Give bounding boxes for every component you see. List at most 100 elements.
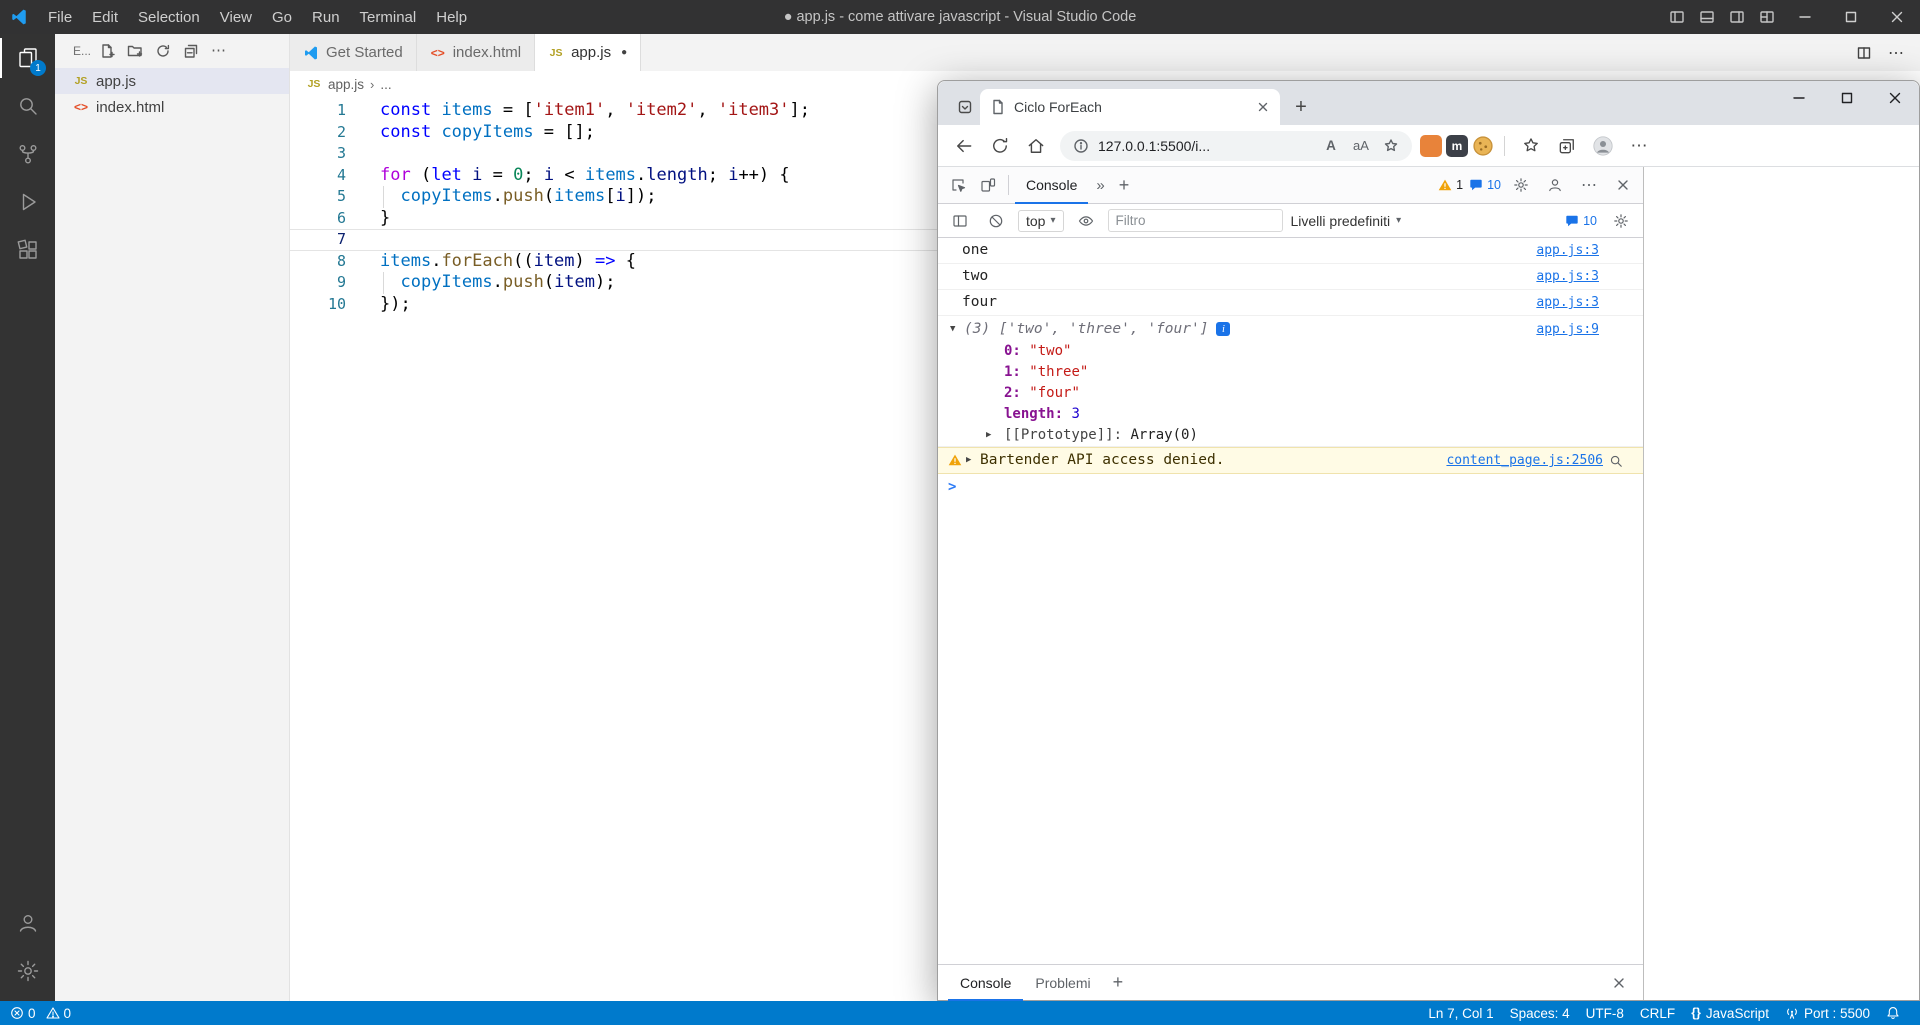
refresh-icon[interactable] xyxy=(155,43,171,59)
menu-help[interactable]: Help xyxy=(426,9,477,26)
device-toolbar-icon[interactable] xyxy=(974,171,1002,199)
live-server-port[interactable]: Port : 5500 xyxy=(1777,1006,1878,1021)
menu-selection[interactable]: Selection xyxy=(128,9,210,26)
toggle-panel-icon[interactable] xyxy=(1692,0,1722,34)
toggle-secondary-sidebar-icon[interactable] xyxy=(1722,0,1752,34)
tab-index.html[interactable]: <>index.html xyxy=(417,34,535,71)
close-drawer-icon[interactable] xyxy=(1605,969,1633,997)
close-devtools-icon[interactable] xyxy=(1609,171,1637,199)
live-expression-eye-icon[interactable] xyxy=(1072,207,1100,235)
close-button[interactable] xyxy=(1874,0,1920,34)
editor-more-icon[interactable]: ⋯ xyxy=(1888,43,1904,63)
language-mode[interactable]: {} JavaScript xyxy=(1683,1006,1777,1021)
favorites-icon[interactable] xyxy=(1515,130,1547,162)
modified-dot-icon[interactable]: ● xyxy=(621,47,627,58)
eol[interactable]: CRLF xyxy=(1632,1006,1683,1021)
menu-terminal[interactable]: Terminal xyxy=(350,9,427,26)
messages-badge[interactable]: 10 xyxy=(1469,178,1501,192)
console-sidebar-icon[interactable] xyxy=(946,207,974,235)
cursor-position[interactable]: Ln 7, Col 1 xyxy=(1420,1006,1501,1021)
new-tab-button[interactable]: + xyxy=(1286,92,1316,122)
drawer-tab-problemi[interactable]: Problemi xyxy=(1023,965,1102,1001)
home-icon[interactable] xyxy=(1020,130,1052,162)
menu-edit[interactable]: Edit xyxy=(82,9,128,26)
breadcrumb-file[interactable]: app.js xyxy=(328,77,364,92)
explorer-icon[interactable]: 1 xyxy=(0,34,55,82)
indentation[interactable]: Spaces: 4 xyxy=(1502,1006,1578,1021)
cookie-extension-icon[interactable] xyxy=(1472,135,1494,157)
customize-layout-icon[interactable] xyxy=(1752,0,1782,34)
more-tabs-icon[interactable]: » xyxy=(1090,177,1110,194)
drawer-add-tab-icon[interactable]: + xyxy=(1103,972,1134,993)
maximize-button[interactable] xyxy=(1828,0,1874,34)
tab-close-icon[interactable] xyxy=(1256,100,1270,114)
source-control-icon[interactable] xyxy=(0,130,55,178)
minimize-button[interactable] xyxy=(1782,0,1828,34)
devtools-more-icon[interactable]: ⋯ xyxy=(1575,171,1603,199)
file-item-app.js[interactable]: JSapp.js xyxy=(55,68,289,94)
address-bar[interactable]: 127.0.0.1:5500/i... A aA xyxy=(1060,131,1412,161)
url-text[interactable]: 127.0.0.1:5500/i... xyxy=(1098,138,1314,154)
collapse-folders-icon[interactable] xyxy=(183,43,199,59)
notifications-bell-icon[interactable] xyxy=(1878,1006,1908,1020)
context-selector[interactable]: top ▾ xyxy=(1018,210,1064,232)
search-icon[interactable] xyxy=(0,82,55,130)
log-levels-selector[interactable]: Livelli predefiniti ▾ xyxy=(1291,213,1402,229)
drawer-tab-console[interactable]: Console xyxy=(948,965,1023,1001)
source-link[interactable]: app.js:9 xyxy=(1536,320,1599,339)
add-panel-icon[interactable]: + xyxy=(1113,175,1136,196)
menu-run[interactable]: Run xyxy=(302,9,350,26)
browser-close-button[interactable] xyxy=(1871,81,1919,115)
browser-menu-icon[interactable]: ⋯ xyxy=(1623,130,1655,162)
split-editor-icon[interactable] xyxy=(1856,45,1872,61)
extension-m-icon[interactable]: m xyxy=(1446,135,1468,157)
warnings-badge[interactable]: 1 xyxy=(1438,178,1463,192)
expand-triangle-icon[interactable]: ▶ xyxy=(966,451,980,470)
problems-indicator[interactable]: 0 0 xyxy=(0,1006,77,1021)
breadcrumb-symbol[interactable]: ... xyxy=(380,77,391,92)
tab-console[interactable]: Console xyxy=(1015,167,1088,204)
source-link[interactable]: app.js:3 xyxy=(1536,267,1599,286)
browser-minimize-button[interactable] xyxy=(1775,81,1823,115)
console-prompt[interactable]: > xyxy=(938,474,1643,500)
console-messages-badge[interactable]: 10 xyxy=(1565,214,1597,228)
tab-actions-menu-icon[interactable] xyxy=(950,89,980,125)
menu-view[interactable]: View xyxy=(210,9,262,26)
browser-tab[interactable]: Ciclo ForEach xyxy=(980,89,1280,125)
add-favorite-star-icon[interactable] xyxy=(1378,138,1404,154)
encoding[interactable]: UTF-8 xyxy=(1578,1006,1632,1021)
back-icon[interactable] xyxy=(948,130,980,162)
run-debug-icon[interactable] xyxy=(0,178,55,226)
account-icon[interactable] xyxy=(0,899,55,947)
source-link[interactable]: app.js:3 xyxy=(1536,241,1599,260)
page-content[interactable] xyxy=(1644,167,1919,1000)
console-settings-gear-icon[interactable] xyxy=(1607,207,1635,235)
browser-maximize-button[interactable] xyxy=(1823,81,1871,115)
extensions-icon[interactable] xyxy=(0,226,55,274)
toggle-sidebar-icon[interactable] xyxy=(1662,0,1692,34)
views-more-icon[interactable]: ⋯ xyxy=(211,46,226,56)
tab-get-started[interactable]: Get Started xyxy=(290,34,417,71)
magnifier-icon[interactable] xyxy=(1609,454,1623,468)
tab-app.js[interactable]: JSapp.js● xyxy=(535,34,641,71)
collections-icon[interactable] xyxy=(1551,130,1583,162)
menu-go[interactable]: Go xyxy=(262,9,302,26)
expand-triangle-icon[interactable]: ▶ xyxy=(986,426,1004,445)
reload-icon[interactable] xyxy=(984,130,1016,162)
expand-triangle-icon[interactable]: ▼ xyxy=(950,320,964,339)
info-icon[interactable]: i xyxy=(1216,322,1230,336)
devtools-settings-gear-icon[interactable] xyxy=(1507,171,1535,199)
settings-gear-icon[interactable] xyxy=(0,947,55,995)
site-info-icon[interactable] xyxy=(1068,138,1094,154)
source-link[interactable]: content_page.js:2506 xyxy=(1446,451,1603,470)
new-file-icon[interactable] xyxy=(99,43,115,59)
console-filter-input[interactable] xyxy=(1108,209,1283,232)
file-item-index.html[interactable]: <>index.html xyxy=(55,94,289,120)
new-folder-icon[interactable] xyxy=(127,43,143,59)
inspect-element-icon[interactable] xyxy=(944,171,972,199)
extension-orange-icon[interactable] xyxy=(1420,135,1442,157)
profile-avatar[interactable] xyxy=(1587,130,1619,162)
text-size-icon[interactable]: aA xyxy=(1348,138,1374,153)
clear-console-icon[interactable] xyxy=(982,207,1010,235)
feedback-icon[interactable] xyxy=(1541,171,1569,199)
